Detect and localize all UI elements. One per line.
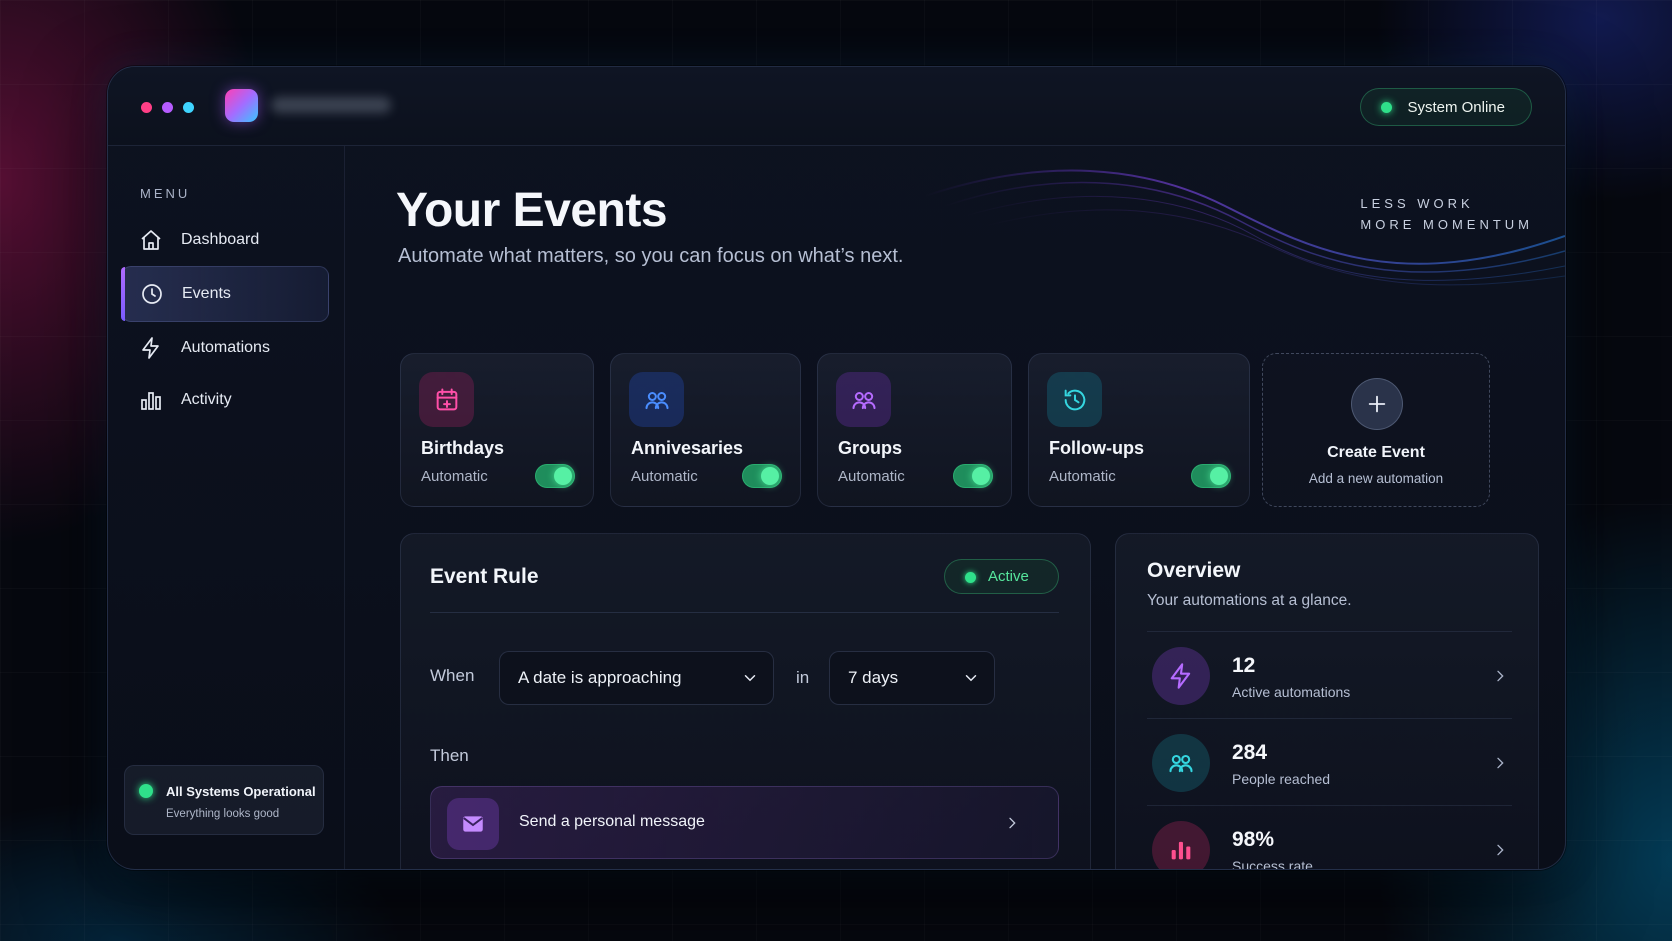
event-rule-title: Event Rule [430,565,539,588]
sidebar-item-automations[interactable]: Automations [121,320,329,376]
divider [430,612,1059,613]
overview-title: Overview [1147,559,1241,582]
sidebar-item-label: Events [182,285,231,302]
status-indicator-icon [139,784,153,798]
birthdays-toggle[interactable] [535,464,575,488]
main-content: Your Events Automate what matters, so yo… [345,146,1565,869]
stat-value: 284 [1232,741,1268,764]
event-card-subtitle: Automatic [421,468,488,485]
system-status-text: System Online [1407,98,1505,116]
titlebar: System Online [108,67,1565,146]
minimize-dot[interactable] [162,102,173,113]
create-event-button[interactable]: Create Event Add a new automation [1262,353,1490,507]
stat-label: Active automations [1232,684,1351,700]
event-card-anniversaries[interactable]: Annivesaries Automatic [610,353,801,507]
tagline-line-2: MORE MOMENTUM [1360,217,1533,232]
people-icon [1152,734,1210,792]
rule-status-badge: Active [944,559,1059,594]
sidebar-item-label: Dashboard [181,231,260,248]
system-status-card: All Systems Operational Everything looks… [124,765,324,835]
lightning-icon [1152,647,1210,705]
maximize-dot[interactable] [183,102,194,113]
chevron-right-icon [1497,844,1504,856]
tagline-line-1: LESS WORK [1360,196,1474,211]
calendar-icon [419,372,474,427]
event-rule-panel: Event Rule Active When A date is approac… [400,533,1091,869]
chevron-right-icon [1009,817,1016,829]
system-status-title: All Systems Operational [166,784,316,799]
follow-ups-toggle[interactable] [1191,464,1231,488]
condition-select-value: A date is approaching [518,668,682,687]
overview-subtitle: Your automations at a glance. [1147,592,1352,609]
event-card-follow-ups[interactable]: Follow-ups Automatic [1028,353,1250,507]
action-send-message[interactable]: Send a personal message [430,786,1059,859]
create-event-subtitle: Add a new automation [1308,471,1444,486]
stat-active-automations[interactable]: 12 Active automations [1147,631,1512,719]
group-icon [836,372,891,427]
app-logo [225,89,258,122]
tagline: LESS WORK MORE MOMENTUM [1360,193,1533,235]
overview-panel: Overview Your automations at a glance. 1… [1115,533,1539,870]
groups-toggle[interactable] [953,464,993,488]
event-card-title: Annivesaries [631,438,744,458]
menu-label: MENU [140,186,191,201]
system-status-subtitle: Everything looks good [166,808,280,820]
home-icon [139,228,163,252]
event-card-subtitle: Automatic [1049,468,1116,485]
sidebar-item-label: Activity [181,391,232,408]
page-title: Your Events [396,184,668,237]
app-name-blurred [271,97,391,113]
close-dot[interactable] [141,102,152,113]
sidebar-item-dashboard[interactable]: Dashboard [121,212,329,268]
bar-chart-icon [139,388,163,412]
event-card-birthdays[interactable]: Birthdays Automatic [400,353,594,507]
event-card-subtitle: Automatic [631,468,698,485]
plus-icon [1351,378,1403,430]
clock-icon [140,282,164,306]
stat-people-reached[interactable]: 284 People reached [1147,718,1512,806]
create-event-title: Create Event [1327,444,1425,461]
app-window: System Online MENU Dashboard Events Auto… [107,66,1566,870]
when-label: When [430,666,475,685]
people-icon [629,372,684,427]
event-card-groups[interactable]: Groups Automatic [817,353,1012,507]
in-label: in [796,668,810,687]
chevron-down-icon [744,675,756,682]
stat-label: People reached [1232,771,1331,787]
offset-select[interactable]: 7 days [829,651,995,705]
system-status-pill: System Online [1360,88,1532,126]
lightning-icon [139,336,163,360]
action-label: Send a personal message [519,813,705,830]
chevron-down-icon [965,675,977,682]
stat-label: Success rate [1232,858,1313,870]
event-card-title: Birthdays [421,438,505,458]
sidebar-item-label: Automations [181,339,270,356]
stat-success-rate[interactable]: 98% Success rate [1147,805,1512,870]
chevron-right-icon [1497,670,1504,682]
stat-value: 12 [1232,654,1256,677]
mail-icon [447,798,499,850]
then-label: Then [430,746,469,765]
status-indicator-icon [1381,102,1393,113]
history-icon [1047,372,1102,427]
stat-value: 98% [1232,828,1275,851]
bar-chart-icon [1152,821,1210,869]
anniversaries-toggle[interactable] [742,464,782,488]
sidebar-item-events[interactable]: Events [121,266,329,322]
rule-status-text: Active [988,568,1029,585]
sidebar-item-activity[interactable]: Activity [121,372,329,428]
sidebar: MENU Dashboard Events Automations Activi… [108,146,345,869]
window-controls [141,102,194,113]
page-subtitle: Automate what matters, so you can focus … [398,245,904,267]
offset-select-value: 7 days [848,668,899,687]
event-card-title: Follow-ups [1049,438,1144,458]
status-indicator-icon [965,572,976,583]
condition-select[interactable]: A date is approaching [499,651,774,705]
event-card-title: Groups [838,438,903,458]
chevron-right-icon [1497,757,1504,769]
event-card-subtitle: Automatic [838,468,905,485]
